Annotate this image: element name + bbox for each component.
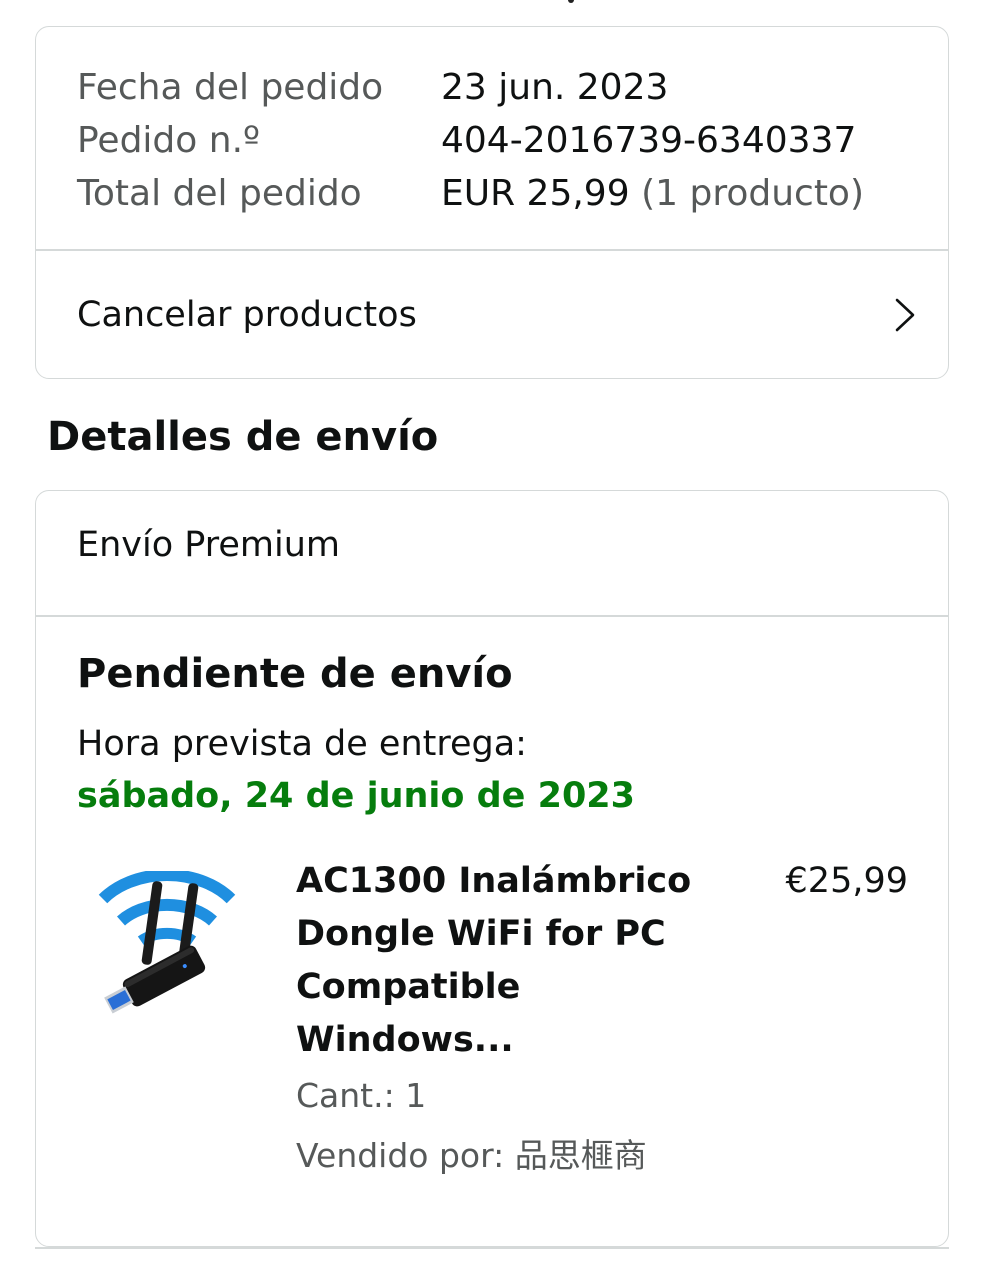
- order-total-count: (1 producto): [641, 173, 865, 214]
- cancel-products-label: Cancelar productos: [77, 294, 417, 335]
- order-date-value: 23 jun. 2023: [441, 67, 669, 108]
- order-number-value: 404-2016739-6340337: [441, 120, 857, 161]
- delivery-estimate-label: Hora prevista de entrega:: [77, 724, 527, 764]
- status-bar-fragment: [568, 0, 574, 3]
- order-total-label: Total del pedido: [77, 173, 362, 214]
- order-number-label: Pedido n.º: [77, 120, 260, 161]
- chevron-right-icon: [895, 298, 915, 331]
- product-title-link[interactable]: AC1300 Inalámbrico Dongle WiFi for PC Co…: [296, 855, 716, 1067]
- order-info: Fecha del pedido 23 jun. 2023 Pedido n.º…: [77, 61, 928, 220]
- order-total-row: Total del pedido EUR 25,99 (1 producto): [77, 167, 928, 220]
- cancel-products-button[interactable]: Cancelar productos: [36, 251, 948, 378]
- divider: [36, 615, 948, 617]
- product-price: €25,99: [785, 861, 908, 901]
- shipment-status: Pendiente de envío: [77, 651, 513, 697]
- order-summary-card: Fecha del pedido 23 jun. 2023 Pedido n.º…: [35, 26, 949, 379]
- bottom-divider: [35, 1247, 949, 1249]
- order-date-label: Fecha del pedido: [77, 67, 384, 108]
- product-seller: Vendido por: 品思榧商: [296, 1136, 647, 1175]
- order-total-amount: EUR 25,99: [441, 173, 630, 214]
- order-number-row: Pedido n.º 404-2016739-6340337: [77, 114, 928, 167]
- shipping-method: Envío Premium: [77, 525, 341, 565]
- shipping-card: Envío Premium Pendiente de envío Hora pr…: [35, 490, 949, 1247]
- shipping-details-title: Detalles de envío: [47, 414, 439, 460]
- delivery-estimate-date: sábado, 24 de junio de 2023: [77, 776, 636, 816]
- order-date-row: Fecha del pedido 23 jun. 2023: [77, 61, 928, 114]
- order-total-value: EUR 25,99 (1 producto): [441, 173, 864, 214]
- product-image[interactable]: [91, 871, 241, 1021]
- product-quantity: Cant.: 1: [296, 1076, 427, 1115]
